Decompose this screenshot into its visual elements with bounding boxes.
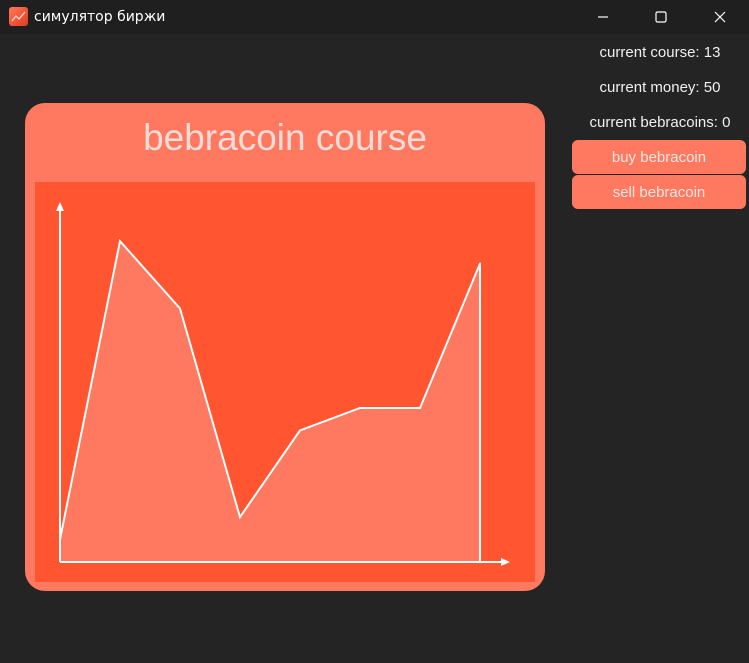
maximize-button[interactable]: [632, 0, 690, 34]
course-point-1: [119, 240, 121, 243]
course-area: [60, 241, 480, 562]
course-chart: [56, 202, 510, 566]
chart-app-icon: [9, 7, 28, 26]
course-point-2: [179, 307, 181, 310]
current-course-label: current course: 13: [599, 44, 721, 61]
current-money-label: current money: 50: [599, 79, 721, 96]
window-title: симулятор биржи: [34, 9, 166, 25]
course-point-5: [359, 406, 361, 409]
sell-bebracoin-button[interactable]: sell bebracoin: [572, 175, 746, 209]
maximize-icon: [655, 11, 667, 23]
course-point-4: [299, 429, 301, 432]
course-point-7: [479, 262, 481, 265]
chart-card: bebracoin course: [25, 103, 545, 591]
minimize-icon: [598, 16, 608, 18]
chart-title: bebracoin course: [143, 117, 427, 158]
y-axis: [56, 202, 64, 562]
course-point-3: [239, 516, 241, 519]
title-bar[interactable]: симулятор биржи: [0, 0, 749, 34]
chart-plot-area: [35, 182, 535, 582]
close-icon: [714, 11, 726, 23]
current-bebracoins-label: current bebracoins: 0: [589, 114, 731, 131]
minimize-button[interactable]: [574, 0, 632, 34]
close-button[interactable]: [691, 0, 749, 34]
x-axis-arrow-icon: [501, 558, 510, 566]
course-point-6: [419, 406, 421, 409]
y-axis-arrow-icon: [56, 202, 64, 211]
buy-bebracoin-button[interactable]: buy bebracoin: [572, 140, 746, 174]
